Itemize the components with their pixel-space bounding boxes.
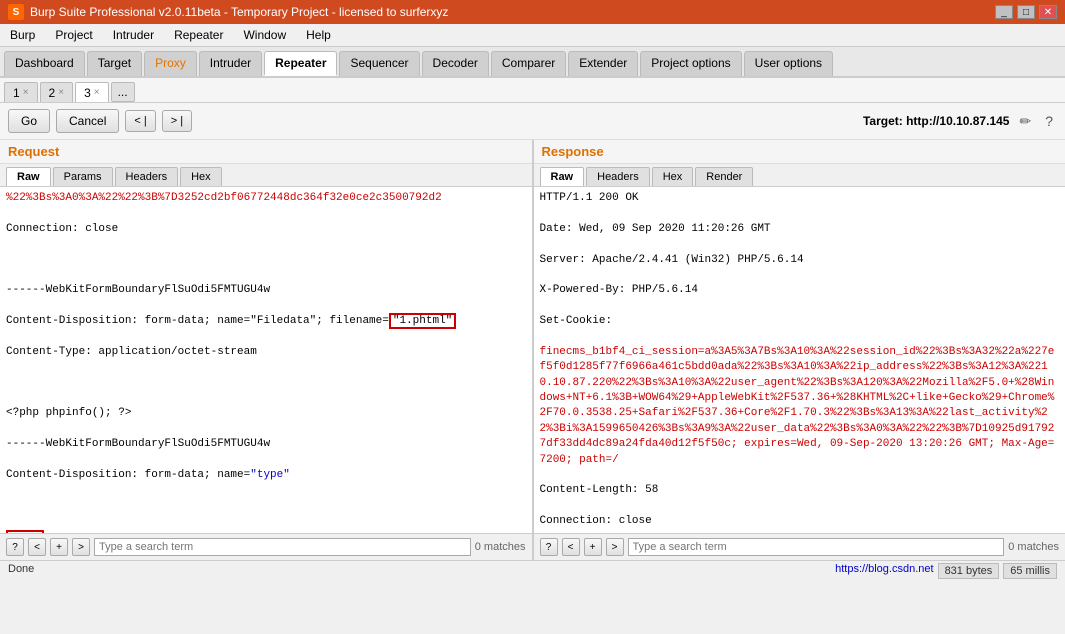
response-prev-btn[interactable]: < xyxy=(562,538,580,556)
cancel-button[interactable]: Cancel xyxy=(56,109,119,133)
response-tab-hex[interactable]: Hex xyxy=(652,167,694,186)
tab-user-options[interactable]: User options xyxy=(744,51,833,76)
tab-decoder[interactable]: Decoder xyxy=(422,51,489,76)
request-content[interactable]: %22%3Bs%3A0%3A%22%22%3B%7D3252cd2bf06772… xyxy=(0,187,532,533)
status-url: https://blog.csdn.net xyxy=(835,563,933,579)
response-panel-tabs: Raw Headers Hex Render xyxy=(534,164,1065,187)
response-search-input[interactable] xyxy=(628,538,1005,556)
request-search-options-btn[interactable]: > xyxy=(72,538,90,556)
request-next-btn[interactable]: + xyxy=(50,538,68,556)
target-label: Target: http://10.10.87.145 xyxy=(863,114,1010,128)
request-tab-raw[interactable]: Raw xyxy=(6,167,51,186)
target-url: http://10.10.87.145 xyxy=(906,114,1009,128)
edit-target-button[interactable]: ✏ xyxy=(1015,111,1035,132)
title-bar: S Burp Suite Professional v2.0.11beta - … xyxy=(0,0,1065,24)
sub-tab-1[interactable]: 1 × xyxy=(4,82,38,102)
response-search-bar: ? < + > 0 matches xyxy=(534,533,1065,560)
menu-window[interactable]: Window xyxy=(237,26,292,44)
main-tab-bar: Dashboard Target Proxy Intruder Repeater… xyxy=(0,47,1065,78)
toolbar: Go Cancel < | > | Target: http://10.10.8… xyxy=(0,103,1065,140)
tab-proxy[interactable]: Proxy xyxy=(144,51,197,76)
window-controls: _ □ ✕ xyxy=(995,5,1057,19)
go-button[interactable]: Go xyxy=(8,109,50,133)
tab-target[interactable]: Target xyxy=(87,51,142,76)
maximize-button[interactable]: □ xyxy=(1017,5,1035,19)
sub-tab-3[interactable]: 3 × xyxy=(75,82,109,102)
sub-tab-2-close[interactable]: × xyxy=(58,87,64,98)
close-button[interactable]: ✕ xyxy=(1039,5,1057,19)
response-match-count: 0 matches xyxy=(1008,541,1059,553)
status-text: Done xyxy=(8,563,34,579)
window-title: Burp Suite Professional v2.0.11beta - Te… xyxy=(30,5,448,19)
minimize-button[interactable]: _ xyxy=(995,5,1013,19)
status-millis: 65 millis xyxy=(1003,563,1057,579)
tab-comparer[interactable]: Comparer xyxy=(491,51,566,76)
request-panel-header: Request xyxy=(0,140,532,164)
request-search-input[interactable] xyxy=(94,538,471,556)
status-bar: Done https://blog.csdn.net 831 bytes 65 … xyxy=(0,560,1065,581)
request-help-btn[interactable]: ? xyxy=(6,538,24,556)
tab-sequencer[interactable]: Sequencer xyxy=(339,51,419,76)
response-tab-raw[interactable]: Raw xyxy=(540,167,585,186)
sub-tab-more[interactable]: ... xyxy=(111,82,135,102)
request-tab-headers[interactable]: Headers xyxy=(115,167,179,186)
menu-burp[interactable]: Burp xyxy=(4,26,41,44)
status-bytes: 831 bytes xyxy=(938,563,1000,579)
response-tab-headers[interactable]: Headers xyxy=(586,167,650,186)
nav-back-button[interactable]: < | xyxy=(125,110,155,132)
request-tab-hex[interactable]: Hex xyxy=(180,167,222,186)
menu-intruder[interactable]: Intruder xyxy=(107,26,160,44)
menu-repeater[interactable]: Repeater xyxy=(168,26,229,44)
request-search-bar: ? < + > 0 matches xyxy=(0,533,532,560)
content-area: Request Raw Params Headers Hex %22%3Bs%3… xyxy=(0,140,1065,560)
tab-project-options[interactable]: Project options xyxy=(640,51,741,76)
nav-fwd-button[interactable]: > | xyxy=(162,110,192,132)
request-tab-params[interactable]: Params xyxy=(53,167,113,186)
request-prev-btn[interactable]: < xyxy=(28,538,46,556)
sub-tab-1-close[interactable]: × xyxy=(23,87,29,98)
request-match-count: 0 matches xyxy=(475,541,526,553)
response-content[interactable]: HTTP/1.1 200 OK Date: Wed, 09 Sep 2020 1… xyxy=(534,187,1065,533)
sub-tab-bar: 1 × 2 × 3 × ... xyxy=(0,78,1065,103)
tab-intruder[interactable]: Intruder xyxy=(199,51,262,76)
response-panel: Response Raw Headers Hex Render HTTP/1.1… xyxy=(534,140,1065,560)
tab-extender[interactable]: Extender xyxy=(568,51,638,76)
menu-project[interactable]: Project xyxy=(49,26,98,44)
response-help-btn[interactable]: ? xyxy=(540,538,558,556)
response-search-options-btn[interactable]: > xyxy=(606,538,624,556)
sub-tab-3-close[interactable]: × xyxy=(94,87,100,98)
sub-tab-2[interactable]: 2 × xyxy=(40,82,74,102)
request-panel: Request Raw Params Headers Hex %22%3Bs%3… xyxy=(0,140,534,560)
help-button[interactable]: ? xyxy=(1041,111,1057,131)
status-right: https://blog.csdn.net 831 bytes 65 milli… xyxy=(835,563,1057,579)
menu-help[interactable]: Help xyxy=(300,26,337,44)
menu-bar: Burp Project Intruder Repeater Window He… xyxy=(0,24,1065,47)
response-panel-header: Response xyxy=(534,140,1065,164)
tab-repeater[interactable]: Repeater xyxy=(264,51,337,76)
response-tab-render[interactable]: Render xyxy=(695,167,753,186)
request-panel-tabs: Raw Params Headers Hex xyxy=(0,164,532,187)
response-next-btn[interactable]: + xyxy=(584,538,602,556)
app-icon: S xyxy=(8,4,24,20)
tab-dashboard[interactable]: Dashboard xyxy=(4,51,85,76)
